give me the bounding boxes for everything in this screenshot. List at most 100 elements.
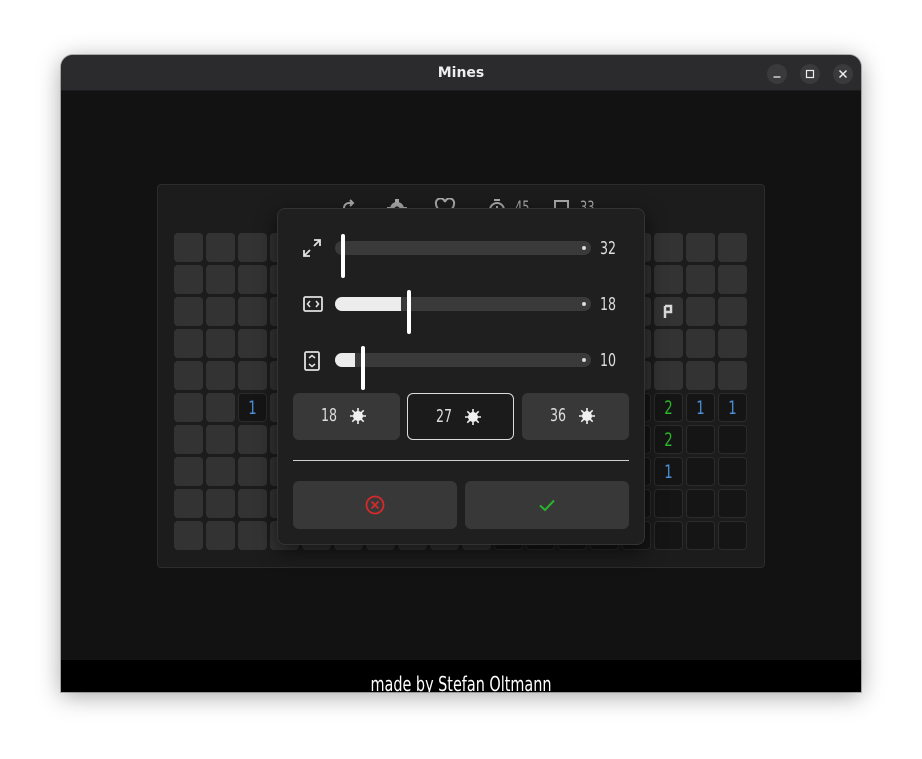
board-cell[interactable] bbox=[206, 297, 235, 326]
board-cell[interactable] bbox=[686, 265, 715, 294]
close-button[interactable] bbox=[833, 64, 853, 84]
board-cell[interactable]: 1 bbox=[654, 457, 683, 486]
size-value: 32 bbox=[600, 238, 617, 259]
board-cell[interactable] bbox=[654, 361, 683, 390]
cell-number: 1 bbox=[664, 461, 673, 483]
footer: made by Stefan Oltmann bbox=[61, 660, 861, 692]
board-cell[interactable] bbox=[686, 489, 715, 518]
board-cell[interactable] bbox=[686, 361, 715, 390]
resize-icon bbox=[303, 239, 321, 257]
board-cell[interactable] bbox=[206, 393, 235, 422]
checkmark-icon bbox=[539, 499, 555, 512]
board-cell[interactable] bbox=[654, 297, 683, 326]
board-cell[interactable] bbox=[686, 297, 715, 326]
board-cell[interactable]: 1 bbox=[718, 393, 747, 422]
board-cell[interactable] bbox=[174, 425, 203, 454]
app-window: Mines 121121 45 bbox=[61, 55, 861, 692]
board-cell[interactable] bbox=[174, 361, 203, 390]
board-cell[interactable] bbox=[718, 361, 747, 390]
dialog-divider bbox=[293, 460, 629, 461]
close-icon bbox=[838, 69, 848, 79]
board-cell[interactable] bbox=[238, 425, 267, 454]
board-cell[interactable]: 1 bbox=[238, 393, 267, 422]
board-cell[interactable] bbox=[206, 233, 235, 262]
cancel-button[interactable] bbox=[293, 481, 457, 529]
size-slider-row: 32 bbox=[278, 226, 646, 278]
board-cell[interactable] bbox=[718, 457, 747, 486]
cell-number: 2 bbox=[664, 397, 673, 419]
size-slider[interactable] bbox=[335, 234, 591, 278]
board-cell[interactable] bbox=[654, 489, 683, 518]
mines-preset-27-button[interactable]: 27 bbox=[407, 393, 514, 440]
width-value: 18 bbox=[600, 294, 617, 315]
board-cell[interactable] bbox=[686, 425, 715, 454]
size-slider-handle[interactable] bbox=[341, 234, 345, 278]
width-icon bbox=[303, 296, 323, 312]
board-cell[interactable] bbox=[718, 265, 747, 294]
board-cell[interactable] bbox=[718, 425, 747, 454]
board-cell[interactable]: 2 bbox=[654, 425, 683, 454]
board-cell[interactable] bbox=[206, 361, 235, 390]
mines-preset-18-button[interactable]: 18 bbox=[293, 393, 400, 440]
board-cell[interactable] bbox=[686, 329, 715, 358]
board-cell[interactable]: 1 bbox=[686, 393, 715, 422]
board-cell[interactable] bbox=[174, 457, 203, 486]
window-title: Mines bbox=[437, 65, 485, 81]
board-cell[interactable] bbox=[238, 361, 267, 390]
cell-number: 2 bbox=[664, 429, 673, 451]
cancel-circle-icon bbox=[365, 495, 385, 515]
confirm-button[interactable] bbox=[465, 481, 629, 529]
board-cell[interactable] bbox=[718, 521, 747, 550]
width-slider-handle[interactable] bbox=[407, 290, 411, 334]
board-cell[interactable] bbox=[718, 297, 747, 326]
board-cell[interactable] bbox=[206, 425, 235, 454]
width-slider[interactable] bbox=[335, 290, 591, 334]
board-cell[interactable] bbox=[654, 265, 683, 294]
board-cell[interactable] bbox=[238, 457, 267, 486]
board-cell[interactable] bbox=[654, 521, 683, 550]
mines-preset-36-button[interactable]: 36 bbox=[522, 393, 629, 440]
board-cell[interactable] bbox=[718, 329, 747, 358]
board-cell[interactable] bbox=[654, 329, 683, 358]
width-slider-end-dot bbox=[582, 302, 586, 306]
board-cell[interactable] bbox=[174, 329, 203, 358]
board-cell[interactable] bbox=[206, 489, 235, 518]
width-slider-fill bbox=[335, 297, 401, 311]
board-cell[interactable] bbox=[238, 329, 267, 358]
height-slider-handle[interactable] bbox=[361, 346, 365, 390]
board-cell[interactable] bbox=[206, 265, 235, 294]
board-cell[interactable] bbox=[686, 521, 715, 550]
board-cell[interactable] bbox=[238, 233, 267, 262]
width-slider-row: 18 bbox=[278, 282, 646, 334]
board-cell[interactable] bbox=[654, 233, 683, 262]
board-cell[interactable] bbox=[718, 233, 747, 262]
board-cell[interactable] bbox=[206, 521, 235, 550]
mine-icon bbox=[350, 408, 366, 424]
board-cell[interactable] bbox=[718, 489, 747, 518]
size-slider-end-dot bbox=[582, 246, 586, 250]
board-cell[interactable] bbox=[174, 489, 203, 518]
board-cell[interactable] bbox=[174, 297, 203, 326]
board-cell[interactable] bbox=[174, 521, 203, 550]
board-cell[interactable] bbox=[174, 393, 203, 422]
board-cell[interactable] bbox=[238, 297, 267, 326]
board-cell[interactable] bbox=[206, 329, 235, 358]
title-bar: Mines bbox=[61, 55, 861, 91]
mines-preset-label: 27 bbox=[436, 406, 453, 427]
minimize-button[interactable] bbox=[767, 64, 787, 84]
mines-preset-label: 36 bbox=[550, 405, 567, 426]
board-cell[interactable] bbox=[206, 457, 235, 486]
mine-icon bbox=[465, 409, 481, 425]
board-cell[interactable] bbox=[686, 233, 715, 262]
game-area: 121121 45 33 bbox=[61, 92, 861, 660]
board-cell[interactable] bbox=[686, 457, 715, 486]
board-cell[interactable] bbox=[174, 265, 203, 294]
maximize-button[interactable] bbox=[800, 64, 820, 84]
board-cell[interactable] bbox=[238, 521, 267, 550]
board-cell[interactable] bbox=[238, 265, 267, 294]
board-cell[interactable] bbox=[174, 233, 203, 262]
mine-icon bbox=[579, 408, 595, 424]
height-slider[interactable] bbox=[335, 346, 591, 390]
board-cell[interactable]: 2 bbox=[654, 393, 683, 422]
board-cell[interactable] bbox=[238, 489, 267, 518]
